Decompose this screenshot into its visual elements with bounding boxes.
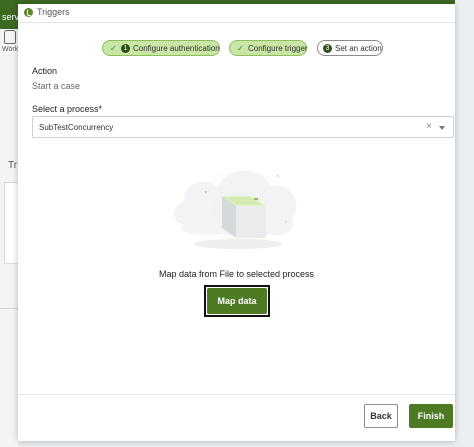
step-number: 3 xyxy=(323,44,332,53)
chevron-down-icon[interactable] xyxy=(439,126,445,130)
select-process-label: Select a process* xyxy=(32,104,103,114)
triggers-modal: Triggers ✓ 1 Configure authentication ✓ … xyxy=(18,4,455,441)
bg-right-strip xyxy=(455,0,474,447)
modal-footer-divider xyxy=(18,394,455,395)
back-button[interactable]: Back xyxy=(364,404,398,428)
process-select-value: SubTestConcurrency xyxy=(39,123,114,132)
action-label: Action xyxy=(32,66,58,76)
process-select[interactable]: SubTestConcurrency × xyxy=(32,116,454,138)
bg-section-label: Tr xyxy=(8,160,18,171)
bg-divider xyxy=(0,308,18,309)
work-icon xyxy=(4,30,16,44)
map-data-description: Map data from File to selected process xyxy=(158,269,315,279)
map-data-button[interactable]: Map data xyxy=(207,288,267,314)
step-label: Set an action xyxy=(335,44,382,53)
action-value: Start a case xyxy=(32,81,81,91)
bg-nav-work[interactable]: Work xyxy=(2,46,18,53)
step-label: Configure authentication xyxy=(133,44,220,53)
step-configure-trigger[interactable]: ✓ Configure trigger xyxy=(229,40,308,56)
step-number: 1 xyxy=(121,44,130,53)
check-icon: ✓ xyxy=(110,44,117,53)
modal-header: Triggers xyxy=(18,4,455,23)
map-data-illustration xyxy=(168,162,308,258)
modal-title: Triggers xyxy=(37,7,70,17)
close-icon[interactable]: × xyxy=(426,121,432,132)
step-configure-authentication[interactable]: ✓ 1 Configure authentication xyxy=(102,40,220,56)
check-icon: ✓ xyxy=(237,44,244,53)
finish-button[interactable]: Finish xyxy=(409,404,453,428)
step-set-an-action[interactable]: 3 Set an action xyxy=(317,40,383,56)
app-logo-icon xyxy=(24,8,33,17)
step-label: Configure trigger xyxy=(248,44,308,53)
